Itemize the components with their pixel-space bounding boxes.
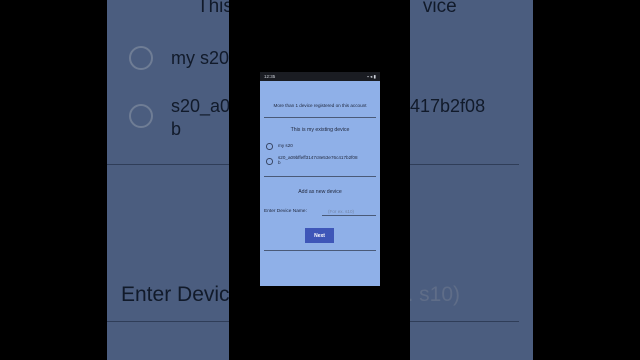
- divider-bottom: [264, 250, 376, 251]
- device-radio-1[interactable]: [266, 143, 273, 150]
- device-option-2-line1: s20_a09bffeff3147c8e53e76c417b2f08: [278, 155, 358, 160]
- existing-device-title: This is my existing device: [290, 127, 350, 133]
- device-name-input[interactable]: [322, 208, 376, 216]
- device-option-2-line2: b: [278, 160, 281, 166]
- new-device-title: Add as new device: [298, 189, 342, 195]
- divider-top: [264, 117, 376, 118]
- status-time: 12:35: [264, 74, 276, 79]
- next-button[interactable]: Next: [305, 228, 334, 243]
- device-name-label: Enter Device Name:: [264, 209, 307, 214]
- device-radio-2[interactable]: [266, 158, 273, 165]
- device-option-2[interactable]: s20_a09bffeff3147c8e53e76c417b2f08 b: [278, 155, 358, 166]
- zoom-option-2b: c417b2f08: [401, 96, 486, 116]
- zoom-radio-2: [129, 104, 153, 128]
- status-icons: ▪ ◂ ▮: [367, 74, 376, 79]
- zoom-option-1: my s20: [171, 48, 230, 68]
- zoom-label: Enter Device: [121, 283, 242, 306]
- divider-middle: [264, 176, 376, 177]
- account-header: More than 1 device registered on this ac…: [273, 103, 367, 108]
- zoom-option-2c: b: [171, 119, 182, 139]
- phone-screen: 12:35 ▪ ◂ ▮ More than 1 device registere…: [260, 72, 380, 286]
- device-option-1[interactable]: my s20: [278, 143, 293, 148]
- zoom-option-2a: s20_a0: [171, 96, 231, 116]
- status-bar: 12:35 ▪ ◂ ▮: [260, 72, 380, 81]
- zoom-radio-1: [129, 46, 153, 70]
